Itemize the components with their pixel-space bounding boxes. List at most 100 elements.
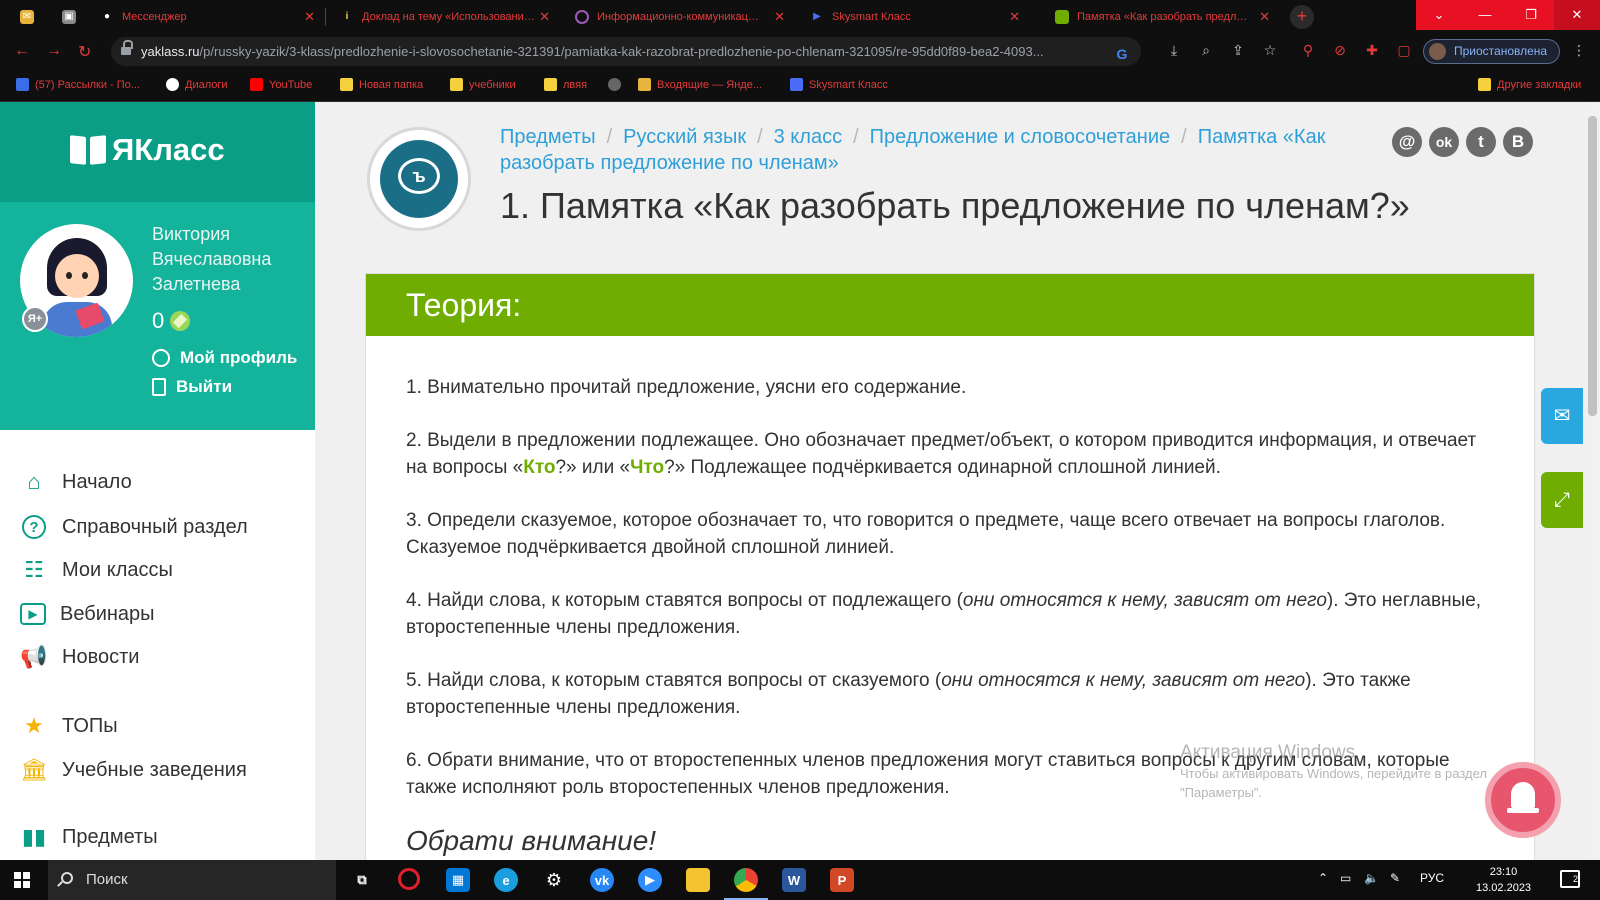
reload-icon[interactable]: ↻	[78, 42, 91, 62]
bookmark-item[interactable]: учебники	[450, 78, 516, 91]
tab-mail[interactable]: ✉	[10, 0, 48, 33]
powerpoint-icon[interactable]: P	[830, 868, 854, 892]
tab-photo[interactable]: ▣	[52, 0, 90, 33]
bookmark-item[interactable]: Skysmart Класс	[790, 78, 888, 91]
play-icon	[790, 78, 803, 91]
close-icon[interactable]: ✕	[304, 9, 315, 25]
points-counter[interactable]: 0	[152, 308, 191, 334]
other-bookmarks[interactable]: Другие закладки	[1478, 78, 1581, 91]
profile-button[interactable]: Приостановлена	[1423, 39, 1561, 64]
mail-icon: ✉	[20, 9, 34, 24]
odnoklassniki-share-icon[interactable]: ok	[1429, 127, 1459, 157]
vk-share-icon[interactable]: В	[1503, 127, 1533, 157]
close-icon[interactable]: ✕	[774, 9, 785, 25]
word-icon[interactable]: W	[782, 868, 806, 892]
logout-link[interactable]: Выйти	[152, 377, 232, 397]
zoom-app-icon[interactable]: ▶	[638, 868, 662, 892]
bookmark-item[interactable]: лвяя	[544, 78, 587, 91]
chrome-icon[interactable]	[724, 868, 768, 900]
user-icon	[152, 349, 170, 367]
install-icon[interactable]: ⤓	[1165, 42, 1183, 59]
browser-tab-bar: ✉ ▣ ● Мессенджер ✕ i Доклад на тему «Исп…	[0, 0, 1600, 33]
sidebar-item-help[interactable]: ? Справочный раздел	[20, 512, 248, 542]
tab-memo-active[interactable]: Памятка «Как разобрать предл… ✕	[1045, 0, 1280, 33]
file-explorer-icon[interactable]	[686, 868, 710, 892]
extension-puzzle-icon[interactable]: ✚	[1363, 42, 1381, 59]
sidebar-item-webinars[interactable]: ▶ Вебинары	[20, 599, 155, 629]
fullscreen-button[interactable]: ⤢	[1541, 472, 1583, 528]
maximize-button[interactable]: ❐	[1508, 0, 1554, 30]
theory-header: Теория:	[366, 274, 1534, 336]
twitter-share-icon[interactable]: t	[1466, 127, 1496, 157]
sidebar-item-tops[interactable]: ★ ТОПы	[20, 711, 118, 741]
bookmark-item[interactable]: YouTube	[250, 78, 312, 91]
ya-plus-badge[interactable]: Я+	[22, 306, 48, 332]
back-icon[interactable]: ←	[14, 42, 30, 60]
bookmark-item[interactable]: (57) Рассылки - По...	[16, 78, 140, 91]
bookmark-star-icon[interactable]: ☆	[1261, 42, 1279, 59]
extension-block-icon[interactable]: ⊘	[1331, 42, 1349, 59]
breadcrumb-item[interactable]: Русский язык	[623, 126, 746, 148]
system-clock[interactable]: 23:10 13.02.2023	[1476, 864, 1531, 896]
sidebar-item-classes[interactable]: ☷ Мои классы	[20, 555, 173, 585]
tab-ict[interactable]: Информационно-коммуникац… ✕	[565, 0, 795, 33]
scroll-thumb[interactable]	[1588, 116, 1597, 416]
tab-report[interactable]: i Доклад на тему «Использовани… ✕	[330, 0, 560, 33]
vk-icon[interactable]: vk	[590, 868, 614, 892]
share-icon[interactable]: ⇪	[1229, 42, 1247, 59]
bookmark-item[interactable]: Новая папка	[340, 78, 423, 91]
breadcrumb-item[interactable]: Предметы	[500, 126, 596, 148]
more-menu-icon[interactable]: ⋮	[1570, 42, 1588, 59]
settings-gear-icon[interactable]: ⚙	[542, 868, 566, 892]
site-logo[interactable]: ЯКласс	[70, 132, 225, 168]
side-panel-icon[interactable]: ▢	[1395, 42, 1413, 59]
new-tab-button[interactable]: +	[1290, 5, 1314, 29]
bookmark-item[interactable]: Входящие — Янде...	[638, 78, 762, 91]
sidebar-item-home[interactable]: ⌂ Начало	[20, 467, 131, 497]
mail-ru-share-icon[interactable]: @	[1392, 127, 1422, 157]
breadcrumb-item[interactable]: 3 класс	[774, 126, 842, 148]
network-icon[interactable]: ▭	[1340, 871, 1351, 885]
photo-icon: ▣	[62, 9, 76, 24]
breadcrumb-item[interactable]: Предложение и словосочетание	[870, 126, 1171, 148]
tab-messenger[interactable]: ● Мессенджер ✕	[90, 0, 325, 33]
logo-text: ЯКласс	[112, 132, 225, 167]
tray-chevron-icon[interactable]: ⌃	[1318, 871, 1328, 885]
minimize-button[interactable]: —	[1462, 0, 1508, 30]
close-icon[interactable]: ✕	[1259, 9, 1270, 25]
store-icon[interactable]: ▦	[446, 868, 470, 892]
notification-bell-icon[interactable]	[1485, 762, 1561, 838]
opera-icon[interactable]	[398, 868, 420, 890]
book-icon	[1055, 9, 1069, 24]
zoom-icon[interactable]: ⌕	[1197, 42, 1215, 59]
bookmark-item[interactable]: Диалоги	[166, 78, 228, 91]
tab-skysmart[interactable]: ▶ Skysmart Класс ✕	[800, 0, 1030, 33]
windows-start-icon[interactable]	[14, 872, 30, 888]
close-window-button[interactable]: ✕	[1554, 0, 1600, 30]
google-icon[interactable]: G	[1113, 46, 1131, 62]
sidebar-item-institutions[interactable]: 🏛 Учебные заведения	[20, 755, 247, 785]
pen-icon[interactable]: ✎	[1390, 871, 1400, 885]
my-profile-link[interactable]: Мой профиль	[152, 348, 297, 368]
volume-icon[interactable]: 🔈	[1364, 871, 1379, 885]
feedback-mail-button[interactable]: ✉	[1541, 388, 1583, 444]
breadcrumb: Предметы / Русский язык / 3 класс / Предложени…	[500, 124, 1380, 176]
page-scrollbar[interactable]	[1585, 102, 1600, 860]
tab-search-button[interactable]: ⌄	[1416, 0, 1462, 30]
play-icon: ▶	[813, 11, 821, 22]
close-icon[interactable]: ✕	[539, 9, 550, 25]
sidebar-item-subjects[interactable]: ▮▮ Предметы	[20, 822, 158, 852]
forward-icon[interactable]: →	[46, 42, 62, 60]
sidebar-item-news[interactable]: 📢 Новости	[20, 642, 139, 672]
task-view-icon[interactable]: ⧉	[350, 868, 374, 892]
taskbar-search[interactable]: Поиск	[48, 860, 336, 900]
extension-pin-icon[interactable]: ⚲	[1299, 42, 1317, 59]
edge-icon[interactable]: e	[494, 868, 518, 892]
close-icon[interactable]: ✕	[1009, 9, 1020, 25]
language-indicator[interactable]: РУС	[1420, 871, 1444, 885]
notification-center-icon[interactable]: 2	[1560, 870, 1580, 888]
address-bar[interactable]: yaklass.ru/p/russky-yazik/3-klass/predlo…	[111, 37, 1141, 66]
breadcrumb-separator: /	[1181, 126, 1187, 148]
bookmark-item[interactable]	[608, 78, 627, 91]
url-text[interactable]: yaklass.ru/p/russky-yazik/3-klass/predlo…	[141, 44, 1111, 59]
